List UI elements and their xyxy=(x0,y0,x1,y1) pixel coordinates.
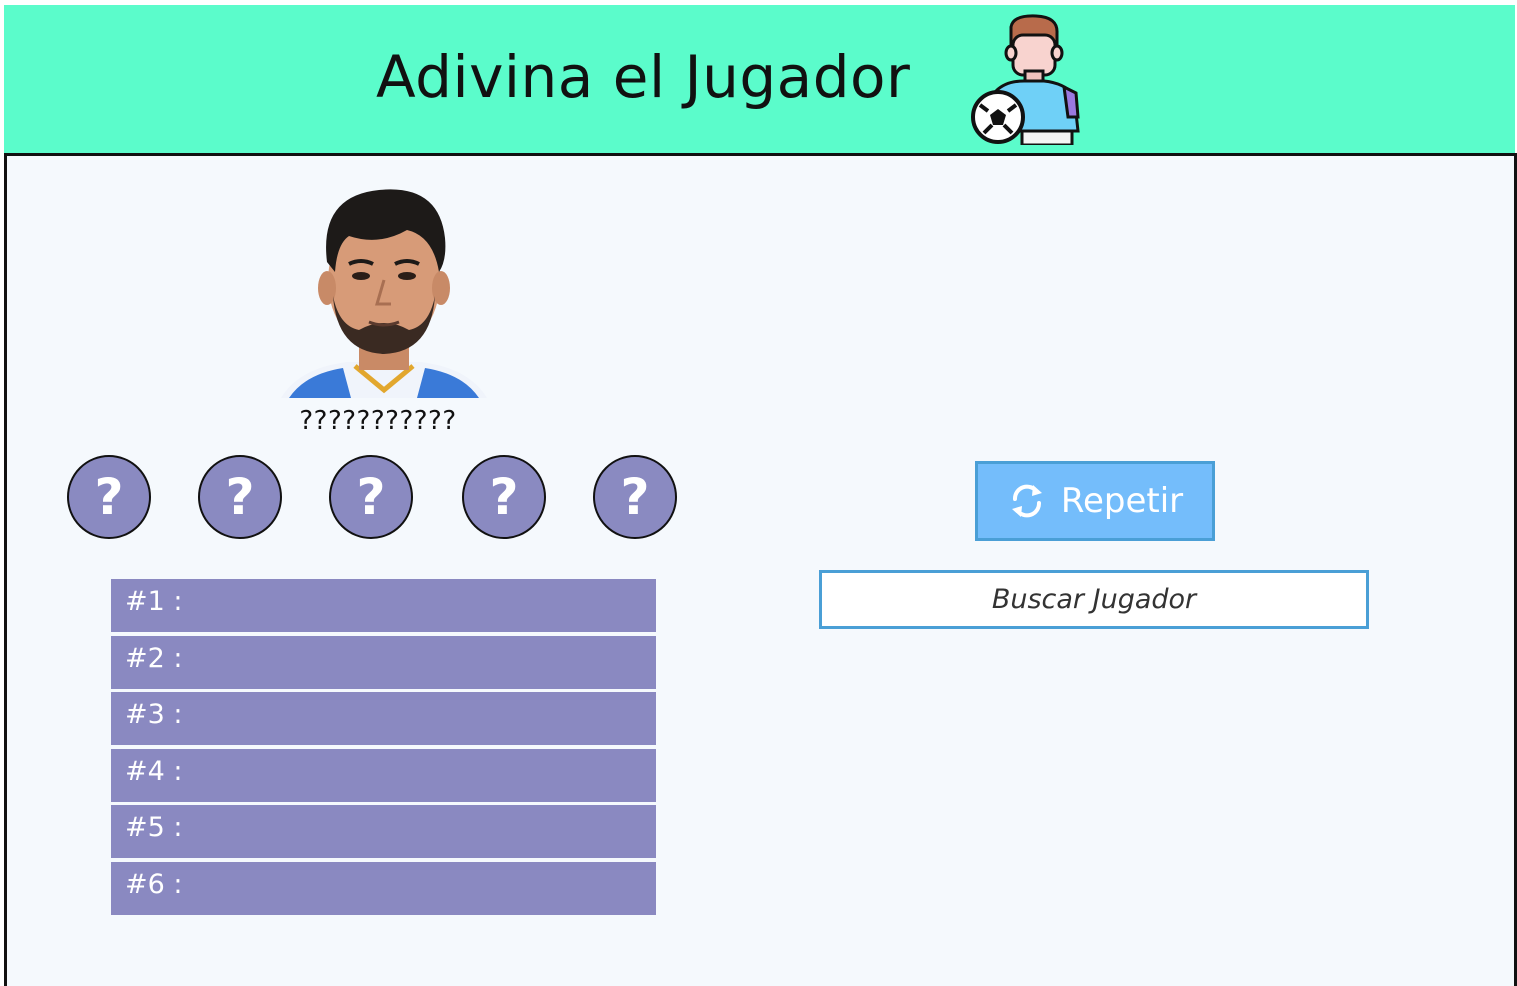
hint-button-2[interactable]: ? xyxy=(198,455,282,539)
football-player-icon xyxy=(971,14,1080,145)
game-panel: ??????????? ? ? ? ? ? #1 : #2 : #3 : #4 … xyxy=(4,153,1517,986)
repeat-button-label: Repetir xyxy=(1060,481,1184,521)
guess-row-1: #1 : xyxy=(111,579,656,632)
player-search-input[interactable] xyxy=(819,570,1369,629)
guess-row-5: #5 : xyxy=(111,805,656,858)
guess-row-6: #6 : xyxy=(111,861,656,915)
hint-button-3[interactable]: ? xyxy=(329,455,413,539)
refresh-icon xyxy=(1011,484,1042,518)
app-header: Adivina el Jugador xyxy=(4,5,1515,153)
player-photo xyxy=(279,176,489,398)
guess-label: #1 : xyxy=(125,586,183,617)
guess-label: #2 : xyxy=(125,642,183,674)
repeat-button[interactable]: Repetir xyxy=(975,461,1215,541)
guess-label: #4 : xyxy=(125,755,183,787)
guess-label: #5 : xyxy=(125,812,183,843)
hint-button-4[interactable]: ? xyxy=(462,455,546,539)
guess-list: #1 : #2 : #3 : #4 : #5 : #6 : xyxy=(111,579,656,918)
guess-label: #6 : xyxy=(125,868,183,900)
guess-row-2: #2 : xyxy=(111,635,656,689)
hint-button-5[interactable]: ? xyxy=(593,455,677,539)
hint-button-1[interactable]: ? xyxy=(67,455,151,539)
guess-row-3: #3 : xyxy=(111,692,656,745)
page-title: Adivina el Jugador xyxy=(376,43,911,111)
mystery-player-name: ??????????? xyxy=(299,406,457,436)
guess-row-4: #4 : xyxy=(111,748,656,802)
guess-label: #3 : xyxy=(125,699,183,730)
